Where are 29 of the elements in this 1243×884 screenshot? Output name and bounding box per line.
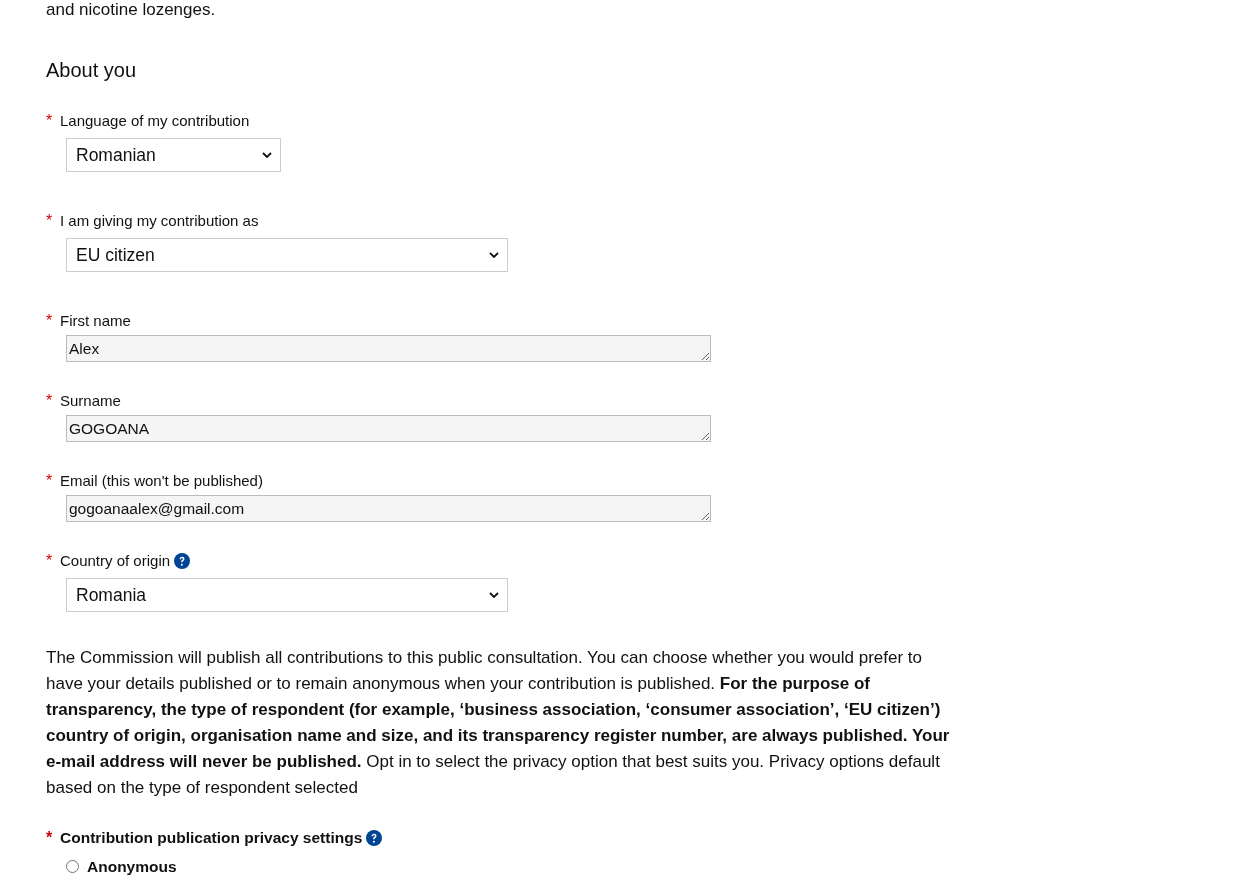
field-label: Language of my contribution <box>60 112 250 130</box>
required-mark: * <box>46 552 54 570</box>
text-field[interactable]: GOGOANA <box>66 415 711 442</box>
help-icon[interactable] <box>174 553 191 569</box>
text-field[interactable]: gogoanaalex@gmail.com <box>66 495 711 522</box>
chevron-down-icon[interactable] <box>489 592 499 598</box>
text-field[interactable]: Alex <box>66 335 711 362</box>
field-label: Contribution publication privacy settings <box>60 829 363 847</box>
required-mark: * <box>46 392 54 410</box>
select-field[interactable]: Romania <box>66 578 508 612</box>
paragraph-text: and nicotine lozenges. <box>46 0 217 20</box>
field-label: Email (this won't be published) <box>60 472 263 490</box>
required-mark: * <box>46 112 54 130</box>
field-label: First name <box>60 312 131 330</box>
select-field[interactable]: Romanian <box>66 138 281 172</box>
required-mark: * <box>46 472 54 490</box>
notice-paragraph: The Commission will publish all contributions to this public consultation. You can choose whether you would prefer to have your details published or to remain anonymous when your contribution is published. For the purpose of transparency, the type of respondent (for example, ‘business association, ‘consumer association’, ‘EU citizen’) country of origin, organisation name and size, and its transparency register number, are always published. Your e-mail address will never be published. Opt in to select the privacy option that best suits you. Privacy options default based on the type of respondent selected <box>46 647 951 799</box>
field-label: I am giving my contribution as <box>60 212 259 230</box>
field-label: Country of origin <box>60 552 171 570</box>
help-icon[interactable] <box>366 830 383 846</box>
section-heading: About you <box>46 58 138 82</box>
required-mark: * <box>46 312 54 330</box>
required-mark: * <box>46 212 54 230</box>
chevron-down-icon[interactable] <box>489 252 499 258</box>
field-label: Surname <box>60 392 121 410</box>
select-field[interactable]: EU citizen <box>66 238 508 272</box>
required-mark: * <box>46 829 54 847</box>
radio-option[interactable]: Anonymous <box>66 855 960 879</box>
chevron-down-icon[interactable] <box>262 152 272 158</box>
